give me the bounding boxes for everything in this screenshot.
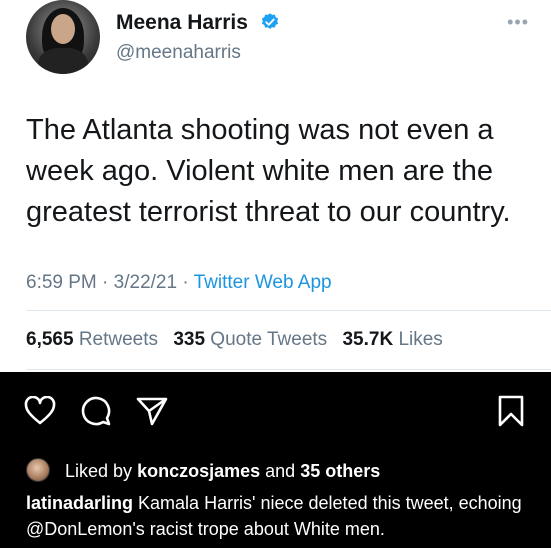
tweet-time[interactable]: 6:59 PM [26,272,97,293]
retweets-stat[interactable]: 6,565 Retweets [26,329,158,350]
tweet-text: The Atlanta shooting was not even a week… [26,114,511,228]
bookmark-icon[interactable] [497,394,525,433]
author-handle[interactable]: @meenaharris [116,42,241,64]
tweet-stats: 6,565 Retweets 335 Quote Tweets 35.7K Li… [26,329,443,351]
tweet-date[interactable]: 3/22/21 [114,272,177,293]
share-icon[interactable] [136,396,168,431]
meta-separator: · [182,272,189,293]
likes-count: 35.7K [342,329,394,350]
retweets-count: 6,565 [26,329,74,350]
caption-user[interactable]: latinadarling [26,493,133,513]
instagram-post-footer: Liked by konczosjames and 35 others lati… [0,372,551,548]
comment-icon[interactable] [80,395,112,432]
verified-badge-icon [260,12,280,38]
liked-by: Liked by konczosjames and 35 others [26,458,380,482]
heart-icon[interactable] [24,395,56,431]
tweet-meta: 6:59 PM · 3/22/21 · Twitter Web App [26,272,332,294]
likes-stat[interactable]: 35.7K Likes [342,329,442,350]
liked-others[interactable]: 35 others [300,461,380,481]
divider [26,310,551,311]
author-name-text[interactable]: Meena Harris [116,11,248,34]
likes-label: Likes [398,329,443,350]
liked-user[interactable]: konczosjames [137,461,260,481]
author-name[interactable]: Meena Harris [116,11,280,38]
liker-avatar[interactable] [26,458,50,482]
more-icon[interactable]: ••• [507,12,529,33]
divider [26,369,551,370]
liked-mid: and [265,461,296,481]
quotes-count: 335 [173,329,206,350]
author-avatar[interactable] [26,0,100,74]
quotes-label: Quote Tweets [210,329,328,350]
retweets-label: Retweets [78,329,159,350]
liked-prefix: Liked by [65,461,133,481]
post-caption: latinadarling Kamala Harris' niece delet… [26,490,541,542]
tweet-card: Meena Harris @meenaharris ••• The Atlant… [0,0,551,372]
meta-separator: · [102,272,109,293]
tweet-source[interactable]: Twitter Web App [194,272,332,293]
quotes-stat[interactable]: 335 Quote Tweets [173,329,327,350]
